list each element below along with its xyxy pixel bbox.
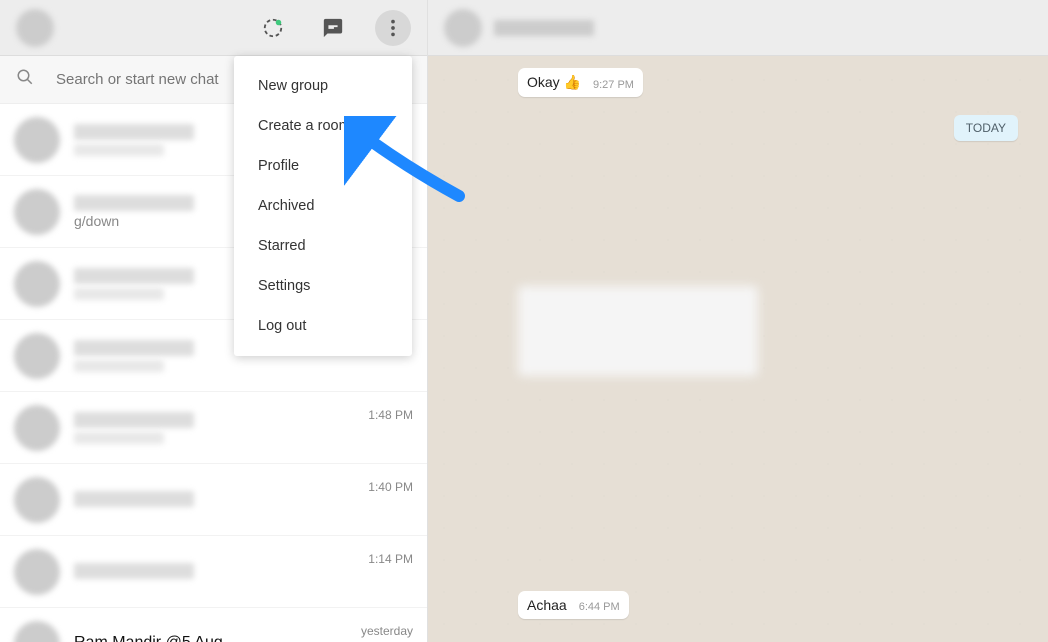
chat-avatar	[14, 405, 60, 451]
conversation-panel: Okay 👍 9:27 PM TODAY Achaa 6:44 PM	[428, 0, 1048, 642]
message-bubble[interactable]: Achaa 6:44 PM	[518, 591, 629, 619]
chat-avatar	[14, 117, 60, 163]
chat-item-preview	[74, 432, 164, 444]
contact-avatar[interactable]	[444, 9, 482, 47]
chat-avatar	[14, 189, 60, 235]
menu-item-archived[interactable]: Archived	[234, 186, 412, 226]
new-chat-icon[interactable]	[315, 10, 351, 46]
chat-item-time: 1:40 PM	[368, 480, 413, 494]
message-text: Okay 👍	[527, 74, 581, 91]
chat-item-preview	[74, 288, 164, 300]
chat-item-name	[74, 124, 194, 140]
chat-item-name	[74, 563, 194, 579]
message-text: Achaa	[527, 597, 567, 613]
chat-item-name: Ram Mandir @5 Aug	[74, 634, 353, 642]
search-icon	[16, 68, 34, 91]
date-separator: TODAY	[954, 115, 1018, 141]
menu-item-settings[interactable]: Settings	[234, 266, 412, 306]
chat-item-name	[74, 412, 194, 428]
message-time: 6:44 PM	[579, 601, 620, 613]
chat-item-name	[74, 340, 194, 356]
menu-item-starred[interactable]: Starred	[234, 226, 412, 266]
sidebar: g/down 1:48 PM	[0, 0, 428, 642]
chat-avatar	[14, 477, 60, 523]
chat-item-name	[74, 195, 194, 211]
chat-avatar	[14, 261, 60, 307]
chat-avatar	[14, 621, 60, 642]
chat-item[interactable]: 1:40 PM	[0, 464, 427, 536]
menu-item-new-group[interactable]: New group	[234, 66, 412, 106]
chat-item-name	[74, 268, 194, 284]
menu-item-logout[interactable]: Log out	[234, 306, 412, 346]
sidebar-header-actions	[255, 10, 411, 46]
menu-icon[interactable]	[375, 10, 411, 46]
message-time: 9:27 PM	[593, 79, 634, 91]
message-bubble[interactable]: Okay 👍 9:27 PM	[518, 68, 643, 97]
chat-item[interactable]: 1:14 PM	[0, 536, 427, 608]
menu-item-profile[interactable]: Profile	[234, 146, 412, 186]
status-icon[interactable]	[255, 10, 291, 46]
chat-item-name	[74, 491, 194, 507]
contact-name	[494, 20, 594, 36]
chat-item-time: 1:14 PM	[368, 552, 413, 566]
chat-avatar	[14, 549, 60, 595]
chat-avatar	[14, 333, 60, 379]
menu-popup: New group Create a room Profile Archived…	[234, 56, 412, 356]
chat-item-preview	[74, 360, 164, 372]
redacted-content	[518, 286, 758, 376]
chat-item[interactable]: 1:48 PM	[0, 392, 427, 464]
messages-area[interactable]: Okay 👍 9:27 PM TODAY Achaa 6:44 PM	[428, 56, 1048, 642]
menu-item-create-room[interactable]: Create a room	[234, 106, 412, 146]
chat-item[interactable]: Ram Mandir @5 Aug yesterday	[0, 608, 427, 642]
chat-item-preview	[74, 144, 164, 156]
chat-item-time: 1:48 PM	[368, 408, 413, 422]
conversation-header[interactable]	[428, 0, 1048, 56]
chat-item-time: yesterday	[361, 624, 413, 638]
sidebar-header	[0, 0, 427, 56]
user-avatar[interactable]	[16, 9, 54, 47]
